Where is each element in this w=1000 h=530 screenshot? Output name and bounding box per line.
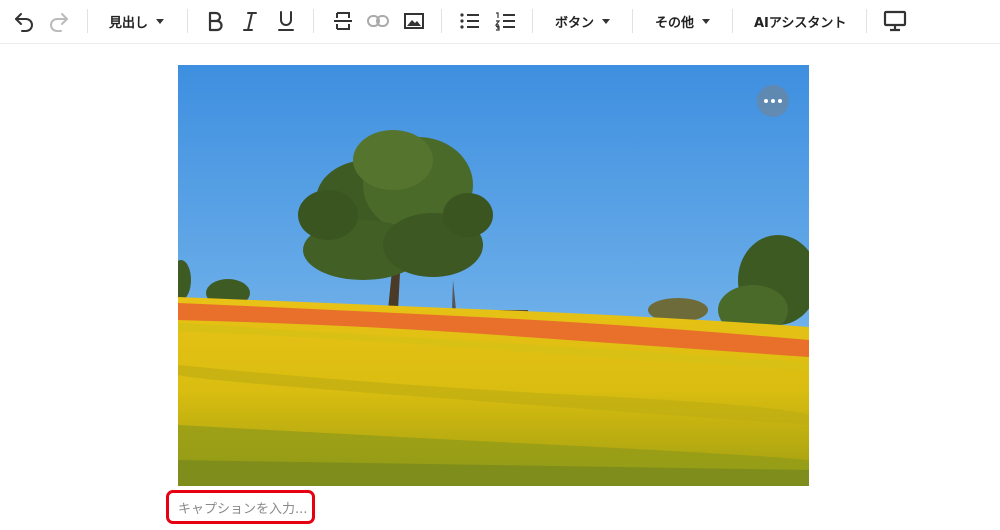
chevron-down-icon [602, 18, 611, 24]
dot [771, 99, 775, 103]
image-options-button[interactable] [757, 85, 789, 117]
insert-image-button[interactable] [401, 6, 427, 36]
bullet-list-button[interactable] [457, 6, 483, 36]
toolbar-divider [866, 9, 867, 33]
caption-input[interactable]: キャプションを入力... [166, 490, 315, 524]
heading-dropdown[interactable]: 見出し [109, 6, 165, 36]
bold-icon [208, 11, 223, 32]
undo-button[interactable] [10, 6, 38, 36]
monitor-icon [883, 10, 907, 32]
undo-icon [15, 13, 33, 32]
more-options-dropdown[interactable]: その他 [655, 6, 711, 36]
toolbar-divider [732, 9, 733, 33]
heading-dropdown-label: 見出し [109, 15, 149, 31]
button-insert-dropdown[interactable]: ボタン [555, 6, 611, 36]
italic-icon [243, 12, 257, 31]
strikethrough-button[interactable] [330, 6, 356, 36]
redo-button[interactable] [45, 6, 73, 36]
chevron-down-icon [156, 18, 165, 24]
ai-assistant-button[interactable]: AIアシスタント [754, 6, 846, 36]
dot [778, 99, 782, 103]
toolbar-divider [187, 9, 188, 33]
toolbar-divider [632, 9, 633, 33]
bold-button[interactable] [203, 6, 227, 36]
italic-button[interactable] [238, 6, 262, 36]
underline-button[interactable] [274, 6, 298, 36]
editor-toolbar: 見出し ボタン その他 AIアシスタント [0, 0, 1000, 44]
underline-icon [278, 11, 294, 31]
more-horizontal-icon [764, 99, 768, 103]
link-button[interactable] [365, 6, 391, 36]
redo-icon [50, 13, 68, 32]
ai-assistant-label: AIアシスタント [754, 15, 847, 31]
numbered-list-icon [494, 12, 515, 31]
strikethrough-icon [334, 12, 352, 30]
preview-button[interactable] [881, 6, 909, 36]
button-dropdown-label: ボタン [555, 15, 595, 31]
bullet-list-icon [460, 13, 479, 29]
toolbar-divider [441, 9, 442, 33]
caption-placeholder: キャプションを入力... [178, 501, 308, 517]
toolbar-divider [313, 9, 314, 33]
numbered-list-button[interactable] [492, 6, 518, 36]
inserted-image[interactable] [178, 65, 809, 486]
image-icon [404, 13, 424, 29]
toolbar-divider [87, 9, 88, 33]
more-dropdown-label: その他 [655, 15, 695, 31]
toolbar-divider [532, 9, 533, 33]
link-icon [367, 15, 389, 27]
chevron-down-icon [702, 18, 711, 24]
flower-field-photo [178, 65, 809, 486]
